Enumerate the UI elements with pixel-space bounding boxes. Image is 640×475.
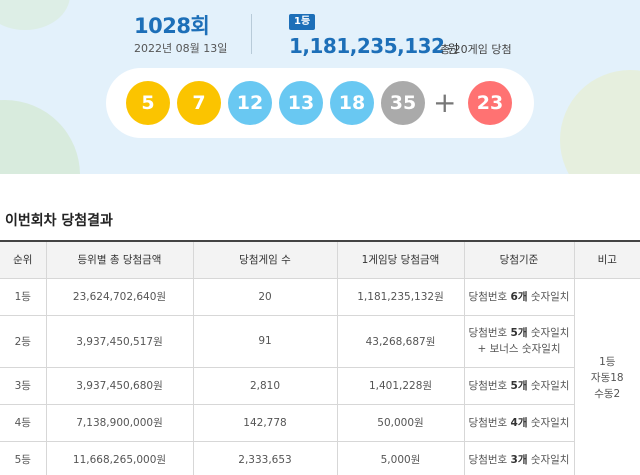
header-per-game: 1게임당 당첨금액 — [336, 240, 465, 279]
first-prize-value: 1,181,235,132 — [289, 34, 445, 58]
criteria-cell: 당첨번호 5개 숫자일치 + 보너스 숫자일치 — [463, 314, 574, 368]
first-rank-badge: 1등 — [289, 14, 316, 30]
table-row: 2등 3,937,450,517원 91 43,268,687원 당첨번호 5개… — [0, 314, 640, 368]
per-game-cell: 50,000원 — [336, 403, 465, 442]
remarks-cell: 1등 자동18 수동2 — [573, 277, 640, 475]
rank-cell: 5등 — [0, 440, 47, 475]
section-title: 이번회차 당첨결과 — [5, 213, 113, 229]
criteria-cell: 당첨번호 4개 숫자일치 — [463, 403, 574, 442]
decorative-blob — [0, 0, 70, 30]
remarks-line: 1등 — [599, 356, 616, 368]
draw-number: 1028회 — [134, 14, 210, 38]
per-game-cell: 5,000원 — [336, 440, 465, 475]
remarks-line: 자동18 — [590, 372, 624, 384]
total-cell: 7,138,900,000원 — [45, 403, 194, 442]
remarks-line: 수동2 — [594, 388, 621, 400]
criteria-count: 4개 — [510, 417, 528, 429]
draw-result-banner: 1028회 2022년 08월 13일 1등 1,181,235,132 원 총 … — [0, 0, 640, 174]
header-criteria: 당첨기준 — [463, 240, 575, 279]
criteria-line: 당첨번호 5개 숫자일치 — [465, 325, 574, 341]
rank-cell: 3등 — [0, 366, 47, 405]
games-cell: 91 — [192, 314, 338, 368]
winning-ball-3: 12 — [228, 81, 272, 125]
winning-ball-1: 5 — [126, 81, 170, 125]
criteria-text: 숫자일치 — [527, 454, 570, 466]
total-cell: 3,937,450,680원 — [45, 366, 194, 405]
criteria-text: 당첨번호 — [468, 327, 511, 339]
criteria-text: 당첨번호 — [468, 380, 511, 392]
per-game-cell: 43,268,687원 — [336, 314, 465, 368]
header-remarks: 비고 — [573, 240, 640, 279]
games-cell: 20 — [192, 277, 338, 316]
criteria-count: 5개 — [510, 380, 528, 392]
bonus-ball: 23 — [468, 81, 512, 125]
criteria-text: 당첨번호 — [468, 291, 511, 303]
criteria-text: 숫자일치 — [527, 327, 570, 339]
criteria-count: 6개 — [510, 291, 528, 303]
draw-date: 2022년 08월 13일 — [134, 42, 228, 55]
winning-ball-2: 7 — [177, 81, 221, 125]
table-row: 4등 7,138,900,000원 142,778 50,000원 당첨번호 4… — [0, 403, 640, 442]
games-cell: 142,778 — [192, 403, 338, 442]
rank-cell: 1등 — [0, 277, 47, 316]
criteria-text: 당첨번호 — [468, 417, 511, 429]
rank-cell: 4등 — [0, 403, 47, 442]
games-cell: 2,333,653 — [192, 440, 338, 475]
criteria-text: 당첨번호 — [468, 454, 511, 466]
header-rank: 순위 — [0, 240, 47, 279]
winning-ball-4: 13 — [279, 81, 323, 125]
divider — [251, 14, 252, 54]
per-game-cell: 1,401,228원 — [336, 366, 465, 405]
winning-ball-5: 18 — [330, 81, 374, 125]
total-cell: 23,624,702,640원 — [45, 277, 194, 316]
table-row: 5등 11,668,265,000원 2,333,653 5,000원 당첨번호… — [0, 440, 640, 475]
decorative-blob — [560, 70, 640, 174]
criteria-text: 숫자일치 — [527, 291, 570, 303]
first-prize-note: 총 20게임 당첨 — [440, 43, 512, 56]
criteria-text: 숫자일치 — [527, 380, 570, 392]
criteria-count: 5개 — [510, 327, 528, 339]
criteria-text: 숫자일치 — [527, 417, 570, 429]
winning-numbers-bar: 5 7 12 13 18 35 + 23 — [106, 68, 534, 138]
rank-cell: 2등 — [0, 314, 47, 368]
criteria-bonus: + 보너스 숫자일치 — [477, 343, 561, 355]
criteria-count: 3개 — [510, 454, 528, 466]
total-cell: 3,937,450,517원 — [45, 314, 194, 368]
decorative-blob — [0, 100, 80, 174]
per-game-cell: 1,181,235,132원 — [336, 277, 465, 316]
header-games: 당첨게임 수 — [192, 240, 338, 279]
table-header-row: 순위 등위별 총 당첨금액 당첨게임 수 1게임당 당첨금액 당첨기준 비고 — [0, 240, 640, 279]
winning-ball-6: 35 — [381, 81, 425, 125]
criteria-cell: 당첨번호 5개 숫자일치 — [463, 366, 574, 405]
table-row: 3등 3,937,450,680원 2,810 1,401,228원 당첨번호 … — [0, 366, 640, 405]
header-total: 등위별 총 당첨금액 — [45, 240, 194, 279]
criteria-cell: 당첨번호 6개 숫자일치 — [463, 277, 575, 316]
results-table: 순위 등위별 총 당첨금액 당첨게임 수 1게임당 당첨금액 당첨기준 비고 1… — [0, 240, 640, 475]
total-cell: 11,668,265,000원 — [45, 440, 194, 475]
table-row: 1등 23,624,702,640원 20 1,181,235,132원 당첨번… — [0, 277, 640, 475]
plus-sign: + — [433, 86, 457, 119]
first-prize-amount: 1,181,235,132 원 — [289, 34, 458, 58]
games-cell: 2,810 — [192, 366, 338, 405]
criteria-cell: 당첨번호 3개 숫자일치 — [463, 440, 574, 475]
